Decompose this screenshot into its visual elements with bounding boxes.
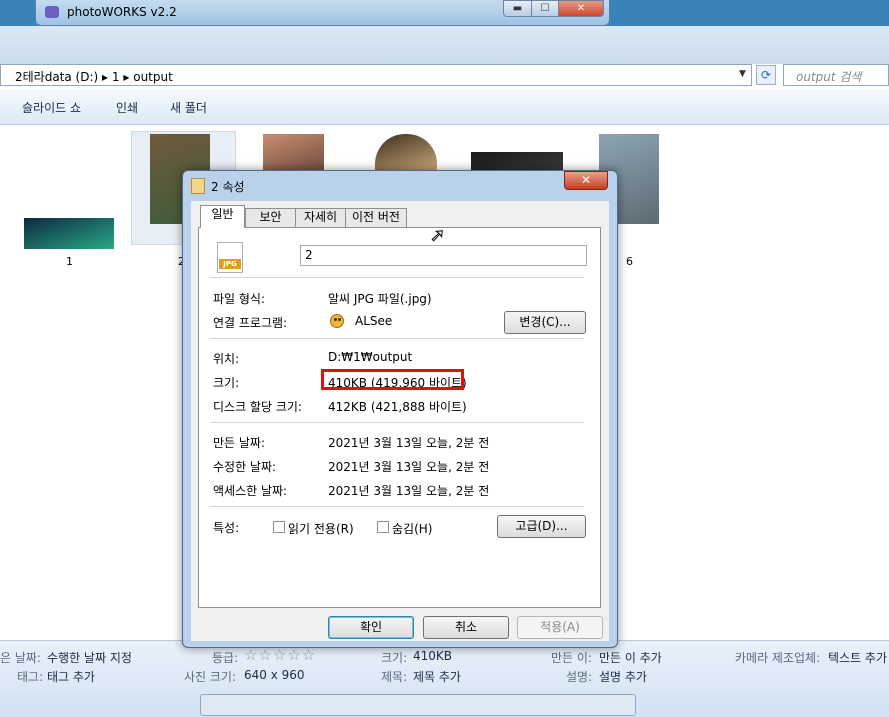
window-bottom-edge [200, 694, 636, 716]
size-label: 크기: [213, 376, 240, 390]
title-label: 제목: [381, 670, 408, 684]
ok-button[interactable]: 확인 [328, 616, 414, 639]
created-label: 만든 날짜: [213, 436, 266, 450]
dialog-close-button[interactable]: ✕ [564, 171, 608, 190]
breadcrumb-drive[interactable]: 2테라data (D:) [15, 70, 98, 84]
cancel-button[interactable]: 취소 [423, 616, 509, 639]
divider [210, 506, 584, 507]
tab-details[interactable]: 자세히 [295, 208, 346, 227]
address-dropdown-icon[interactable]: ▼ [739, 69, 746, 79]
tab-security[interactable]: 보안 [245, 208, 296, 227]
address-bar[interactable]: 2테라data (D:) ▸ 1 ▸ output ▼ [0, 64, 752, 86]
jpg-badge: JPG [219, 259, 241, 269]
breadcrumb: 2테라data (D:) ▸ 1 ▸ output [15, 68, 173, 85]
accessed-label: 액세스한 날짜: [213, 484, 288, 498]
attributes-label: 특성: [213, 521, 240, 535]
breadcrumb-separator-icon[interactable]: ▸ [123, 70, 129, 84]
search-input[interactable]: output 검색 [783, 64, 889, 86]
size-label: 크기: [381, 651, 408, 665]
breadcrumb-folder-1[interactable]: 1 [112, 70, 120, 84]
photoworks-app-icon [45, 6, 59, 18]
rating-stars-icon[interactable]: ☆☆☆☆☆ [244, 646, 316, 664]
created-value: 2021년 3월 13일 오늘, 2분 전 [328, 436, 490, 450]
filename-input[interactable]: 2 [300, 245, 587, 266]
author-label: 만든 이: [551, 651, 592, 665]
tags-value[interactable]: 태그 추가 [47, 668, 95, 685]
properties-dialog: 2 속성 ✕ 일반 보안 자세히 이전 버전 JPG 2 파일 형식: 알씨 J… [182, 170, 618, 648]
file-type-label: 파일 형식: [213, 292, 266, 306]
date-taken-label: 은 날짜: [0, 651, 41, 665]
command-toolbar: 슬라이드 쇼 인쇄 새 폴더 [0, 90, 889, 125]
size-highlight-box [321, 369, 464, 390]
search-placeholder: output 검색 [796, 70, 862, 84]
accessed-value: 2021년 3월 13일 오늘, 2분 전 [328, 484, 490, 498]
jpg-file-icon: JPG [217, 242, 243, 273]
photoworks-title: photoWORKS v2.2 [67, 5, 177, 19]
divider [210, 338, 584, 339]
tab-general[interactable]: 일반 [200, 205, 245, 228]
dimensions-label: 사진 크기: [184, 670, 237, 684]
alsee-app-icon [328, 313, 346, 329]
modified-value: 2021년 3월 13일 오늘, 2분 전 [328, 460, 490, 474]
blurred-header [0, 26, 889, 64]
camera-value[interactable]: 텍스트 추가 [828, 649, 887, 666]
hidden-label[interactable]: 숨김(H) [392, 520, 432, 537]
camera-label: 카메라 제조업체: [735, 651, 821, 665]
thumbnail-4[interactable] [375, 134, 437, 174]
dialog-body: 일반 보안 자세히 이전 버전 JPG 2 파일 형식: 알씨 JPG 파일(.… [191, 201, 609, 641]
close-button[interactable]: ✕ [558, 0, 604, 17]
file-type-value: 알씨 JPG 파일(.jpg) [328, 292, 432, 306]
location-label: 위치: [213, 352, 240, 366]
refresh-icon[interactable]: ⟳ [756, 65, 776, 85]
location-value: D:₩1₩output [328, 350, 413, 364]
breadcrumb-folder-output[interactable]: output [133, 70, 173, 84]
divider [210, 277, 584, 278]
date-taken-value[interactable]: 수행한 날짜 지정 [47, 649, 132, 666]
file-icon [191, 178, 205, 194]
divider [210, 422, 584, 423]
print-button[interactable]: 인쇄 [116, 99, 138, 116]
readonly-checkbox[interactable] [273, 521, 285, 533]
author-value[interactable]: 만든 이 추가 [599, 649, 662, 666]
hidden-checkbox[interactable] [377, 521, 389, 533]
opens-with-label: 연결 프로그램: [213, 316, 288, 330]
mouse-pointer-icon: ➚ [429, 225, 446, 247]
maximize-button[interactable]: ☐ [531, 0, 559, 17]
rating-label: 등급: [212, 651, 239, 665]
photoworks-titlebar[interactable]: photoWORKS v2.2 ▬ ☐ ✕ [35, 0, 610, 26]
thumbnail-label: 1 [66, 255, 73, 268]
new-folder-button[interactable]: 새 폴더 [170, 99, 207, 116]
apply-button[interactable]: 적용(A) [517, 616, 603, 639]
general-tab-panel: JPG 2 파일 형식: 알씨 JPG 파일(.jpg) 연결 프로그램: AL… [198, 227, 601, 608]
readonly-label[interactable]: 읽기 전용(R) [288, 520, 354, 537]
description-value[interactable]: 설명 추가 [599, 668, 647, 685]
dialog-title: 2 속성 [211, 180, 245, 194]
opens-with-value: ALSee [355, 314, 393, 328]
minimize-button[interactable]: ▬ [503, 0, 532, 17]
thumbnail-3[interactable] [263, 134, 324, 174]
tags-label: 태그: [17, 670, 44, 684]
title-value[interactable]: 제목 추가 [413, 668, 461, 685]
change-program-button[interactable]: 변경(C)... [504, 311, 586, 334]
slideshow-button[interactable]: 슬라이드 쇼 [22, 99, 81, 116]
thumbnail-1[interactable] [24, 218, 114, 249]
description-label: 설명: [566, 670, 593, 684]
thumbnail-label: 6 [626, 255, 633, 268]
advanced-button[interactable]: 고급(D)... [497, 515, 586, 538]
disk-size-value: 412KB (421,888 바이트) [328, 400, 467, 414]
tab-previous-versions[interactable]: 이전 버전 [345, 208, 407, 227]
modified-label: 수정한 날짜: [213, 460, 277, 474]
dimensions-value: 640 x 960 [244, 668, 305, 682]
disk-size-label: 디스크 할당 크기: [213, 400, 302, 414]
breadcrumb-separator-icon[interactable]: ▸ [102, 70, 108, 84]
size-value: 410KB [413, 649, 453, 663]
